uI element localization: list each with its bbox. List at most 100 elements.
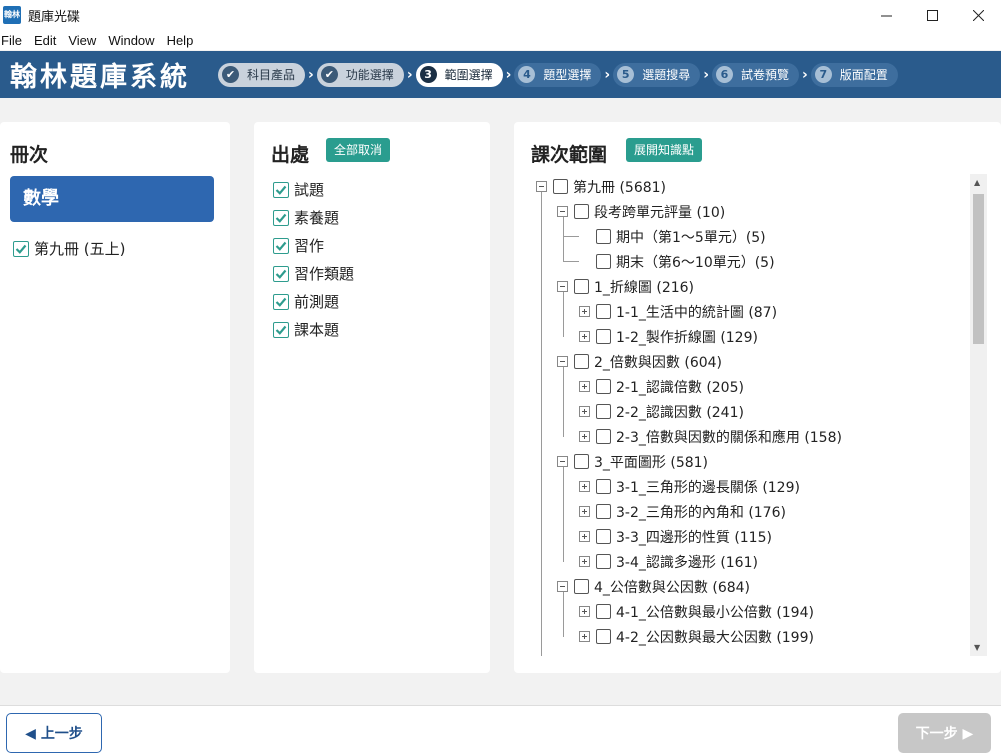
expand-plus-icon[interactable] (579, 306, 590, 317)
scroll-up-icon[interactable]: ▲ (974, 178, 980, 187)
footer-bar: ◀ 上一步 下一步 ▶ (0, 705, 1001, 755)
tree-checkbox[interactable] (596, 554, 611, 569)
wizard-step-3[interactable]: 3 範圍選擇 (415, 62, 503, 87)
wizard-step-5[interactable]: 5 選題搜尋 (613, 62, 701, 87)
tree-node[interactable]: 3-3_四邊形的性質 (115) (579, 524, 772, 549)
collapse-minus-icon[interactable] (557, 581, 568, 592)
expand-plus-icon[interactable] (579, 406, 590, 417)
tree-node[interactable]: 3_平面圖形 (581) (557, 449, 708, 474)
check-icon[interactable] (273, 321, 289, 338)
check-icon[interactable] (13, 240, 29, 257)
tree-node[interactable]: 第九冊 (5681) (536, 174, 666, 199)
scroll-thumb[interactable] (973, 194, 984, 344)
check-icon[interactable] (273, 265, 289, 282)
expand-plus-icon[interactable] (579, 431, 590, 442)
expand-plus-icon[interactable] (579, 506, 590, 517)
expand-plus-icon[interactable] (579, 531, 590, 542)
menu-file[interactable]: File (1, 33, 28, 48)
prev-step-button[interactable]: ◀ 上一步 (6, 713, 102, 753)
menu-edit[interactable]: Edit (28, 33, 62, 48)
source-checkbox-row[interactable]: 習作 (273, 235, 324, 256)
expand-plus-icon[interactable] (579, 381, 590, 392)
volume-checkbox-row[interactable]: 第九冊 (五上) (13, 238, 125, 259)
collapse-minus-icon[interactable] (557, 456, 568, 467)
tree-checkbox[interactable] (596, 329, 611, 344)
source-checkbox-row[interactable]: 課本題 (273, 319, 339, 340)
wizard-step-4[interactable]: 4 題型選擇 (514, 62, 602, 87)
tree-node-label: 期末（第6～10單元）(5) (616, 254, 775, 271)
close-button[interactable] (955, 0, 1001, 30)
tree-checkbox[interactable] (574, 454, 589, 469)
maximize-button[interactable] (909, 0, 955, 30)
menu-help[interactable]: Help (161, 33, 200, 48)
tree-checkbox[interactable] (596, 504, 611, 519)
tree-node[interactable]: 4-1_公倍數與最小公倍數 (194) (579, 599, 814, 624)
scroll-down-icon[interactable]: ▼ (974, 643, 980, 652)
tree-node[interactable]: 1-1_生活中的統計圖 (87) (579, 299, 777, 324)
tree-guide-line (563, 467, 564, 562)
tree-node-label: 3_平面圖形 (581) (594, 454, 709, 471)
minimize-button[interactable] (863, 0, 909, 30)
tree-node[interactable]: 3-4_認識多邊形 (161) (579, 549, 758, 574)
tree-checkbox[interactable] (553, 179, 568, 194)
next-step-button[interactable]: 下一步 ▶ (898, 713, 991, 753)
expand-plus-icon[interactable] (579, 556, 590, 567)
expand-plus-icon[interactable] (579, 331, 590, 342)
expand-plus-icon[interactable] (579, 481, 590, 492)
tree-checkbox[interactable] (596, 429, 611, 444)
tree-node[interactable]: 期中（第1～5單元）(5) (579, 224, 766, 249)
tree-guide-line (541, 192, 542, 656)
tree-checkbox[interactable] (596, 254, 611, 269)
deselect-all-button[interactable]: 全部取消 (326, 138, 391, 162)
tree-node[interactable]: 段考跨單元評量 (10) (557, 199, 725, 224)
source-checkbox-row[interactable]: 習作類題 (273, 263, 354, 284)
collapse-minus-icon[interactable] (536, 181, 547, 192)
tree-checkbox[interactable] (596, 379, 611, 394)
tree-checkbox[interactable] (574, 354, 589, 369)
tree-node[interactable]: 2-2_認識因數 (241) (579, 399, 744, 424)
expand-plus-icon[interactable] (579, 631, 590, 642)
tree-checkbox[interactable] (596, 604, 611, 619)
tree-node[interactable]: 期末（第6～10單元）(5) (579, 249, 775, 274)
tree-node[interactable]: 1-2_製作折線圖 (129) (579, 324, 758, 349)
tree-checkbox[interactable] (574, 579, 589, 594)
menu-window[interactable]: Window (102, 33, 160, 48)
collapse-minus-icon[interactable] (557, 356, 568, 367)
wizard-step-2[interactable]: ✔ 功能選擇 (316, 62, 404, 87)
tree-node[interactable]: 2-1_認識倍數 (205) (579, 374, 744, 399)
source-checkbox-row[interactable]: 素養題 (273, 207, 339, 228)
wizard-step-7[interactable]: 7 版面配置 (810, 62, 898, 87)
tree-checkbox[interactable] (596, 629, 611, 644)
tree-node[interactable]: 2_倍數與因數 (604) (557, 349, 722, 374)
source-checkbox-row[interactable]: 前測題 (273, 291, 339, 312)
wizard-step-6[interactable]: 6 試卷預覽 (711, 62, 799, 87)
tree-node[interactable]: 4_公倍數與公因數 (684) (557, 574, 750, 599)
tree-node-label: 2-3_倍數與因數的關係和應用 (158) (616, 429, 842, 446)
tree-node[interactable]: 3-2_三角形的內角和 (176) (579, 499, 786, 524)
source-checkbox-row[interactable]: 試題 (273, 179, 324, 200)
check-icon[interactable] (273, 181, 289, 198)
tree-checkbox[interactable] (574, 204, 589, 219)
check-icon[interactable] (273, 293, 289, 310)
tree-node[interactable]: 3-1_三角形的邊長關係 (129) (579, 474, 800, 499)
tree-checkbox[interactable] (596, 404, 611, 419)
expand-knowledge-button[interactable]: 展開知識點 (626, 138, 703, 162)
tree-checkbox[interactable] (596, 479, 611, 494)
menu-view[interactable]: View (62, 33, 102, 48)
tree-node[interactable]: 1_折線圖 (216) (557, 274, 694, 299)
collapse-minus-icon[interactable] (557, 206, 568, 217)
tree-checkbox[interactable] (596, 529, 611, 544)
tree-checkbox[interactable] (574, 279, 589, 294)
subject-math-button[interactable]: 數學 (10, 176, 214, 222)
check-icon[interactable] (273, 237, 289, 254)
lesson-tree: 第九冊 (5681) 段考跨單元評量 (10) 期中（第1～5單元）(5) 期末（第6… (532, 174, 972, 656)
expand-plus-icon[interactable] (579, 606, 590, 617)
tree-node[interactable]: 2-3_倍數與因數的關係和應用 (158) (579, 424, 842, 449)
tree-checkbox[interactable] (596, 229, 611, 244)
wizard-step-1[interactable]: ✔ 科目產品 (218, 62, 306, 87)
collapse-minus-icon[interactable] (557, 281, 568, 292)
tree-checkbox[interactable] (596, 304, 611, 319)
tree-node[interactable]: 4-2_公因數與最大公因數 (199) (579, 624, 814, 649)
check-icon[interactable] (273, 209, 289, 226)
tree-scrollbar[interactable]: ▲ ▼ (970, 174, 987, 656)
